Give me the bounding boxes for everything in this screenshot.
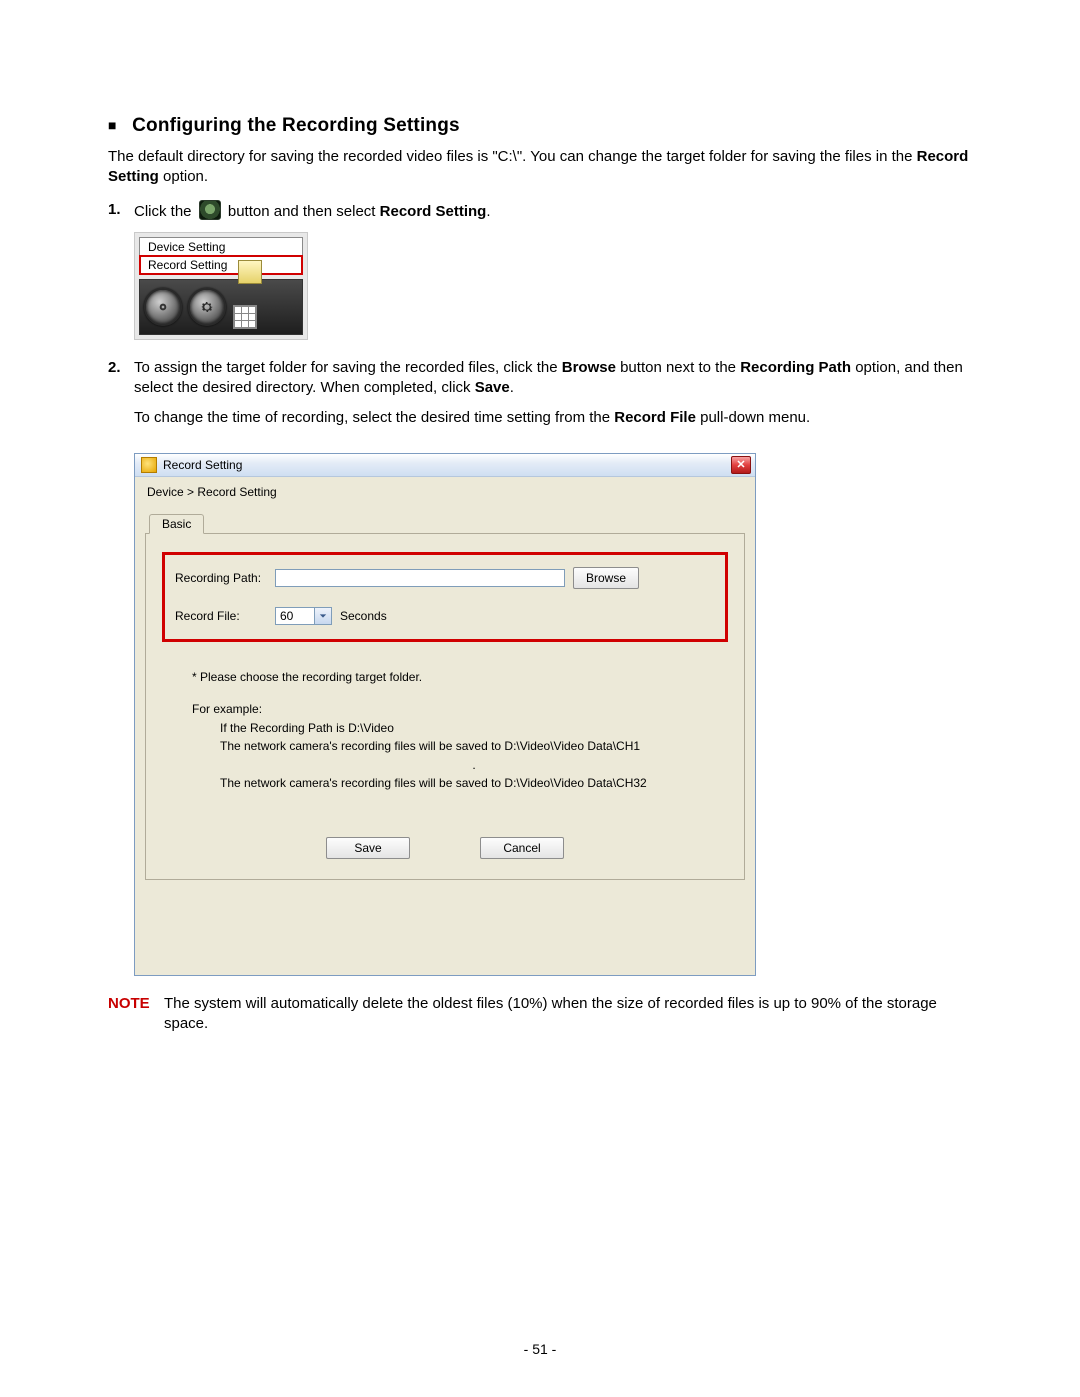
tab-panel-basic: Recording Path: Browse Record File: 60 S… <box>145 534 745 881</box>
toolbar-camera-button[interactable] <box>144 288 182 326</box>
combo-value: 60 <box>276 608 314 624</box>
hint-line-2: For example: <box>192 700 728 719</box>
window-title: Record Setting <box>163 458 731 472</box>
toolbar-gear-button[interactable] <box>188 288 226 326</box>
step-2-paragraph-2: To change the time of recording, select … <box>134 408 972 428</box>
note-label: NOTE <box>108 994 164 1035</box>
record-setting-window: Record Setting ✕ Device > Record Setting… <box>134 453 756 976</box>
combo-arrow-button[interactable] <box>314 608 331 624</box>
breadcrumb: Device > Record Setting <box>145 483 745 513</box>
note-text: The system will automatically delete the… <box>164 994 972 1035</box>
hint-line-4: The network camera's recording files wil… <box>220 737 728 756</box>
hint-line-1: * Please choose the recording target fol… <box>192 668 728 687</box>
menu-item-record-setting[interactable]: Record Setting <box>139 255 303 275</box>
camera-icon <box>155 299 171 315</box>
menu-item-device-setting[interactable]: Device Setting <box>140 238 302 256</box>
mini-right-column <box>232 280 262 334</box>
step-2-number: 2. <box>108 358 134 441</box>
step-2: 2. To assign the target folder for savin… <box>108 358 972 441</box>
note-block: NOTE The system will automatically delet… <box>108 994 972 1035</box>
grid-view-icon[interactable] <box>233 305 257 329</box>
window-body: Device > Record Setting Basic Recording … <box>135 477 755 975</box>
step-1-number: 1. <box>108 200 134 222</box>
window-close-button[interactable]: ✕ <box>731 456 751 474</box>
recording-path-input[interactable] <box>275 569 565 587</box>
hint-line-6: The network camera's recording files wil… <box>220 774 728 793</box>
mini-screenshot: Device Setting Record Setting <box>134 232 308 340</box>
window-app-icon <box>141 457 157 473</box>
highlight-box: Recording Path: Browse Record File: 60 S… <box>162 552 728 642</box>
document-page: ■ Configuring the Recording Settings The… <box>0 0 1080 1397</box>
page-number: - 51 - <box>0 1341 1080 1357</box>
tab-basic[interactable]: Basic <box>149 514 204 534</box>
section-title-text: Configuring the Recording Settings <box>132 115 460 136</box>
chevron-down-icon <box>319 612 327 620</box>
window-titlebar: Record Setting ✕ <box>135 454 755 477</box>
label-record-file: Record File: <box>175 609 275 623</box>
gear-icon <box>199 299 215 315</box>
record-file-combo[interactable]: 60 <box>275 607 332 625</box>
button-row: Save Cancel <box>162 837 728 859</box>
settings-round-icon <box>199 200 221 220</box>
close-icon: ✕ <box>736 458 745 471</box>
browse-button[interactable]: Browse <box>573 567 639 589</box>
cancel-button[interactable]: Cancel <box>480 837 564 859</box>
row-recording-path: Recording Path: Browse <box>175 567 715 589</box>
tab-strip: Basic <box>145 513 745 534</box>
hint-line-5: . <box>220 756 728 775</box>
hint-block: * Please choose the recording target fol… <box>192 668 728 794</box>
step-2-body: To assign the target folder for saving t… <box>134 358 972 441</box>
hint-line-3: If the Recording Path is D:\Video <box>220 719 728 738</box>
section-heading: ■ Configuring the Recording Settings <box>108 115 972 137</box>
save-button[interactable]: Save <box>326 837 410 859</box>
single-view-icon[interactable] <box>238 260 262 284</box>
bullet-icon: ■ <box>108 117 117 133</box>
intro-paragraph: The default directory for saving the rec… <box>108 147 972 188</box>
seconds-label: Seconds <box>340 609 387 623</box>
step-1-body: Click the button and then select Record … <box>134 200 972 222</box>
context-menu: Device Setting Record Setting <box>139 237 303 275</box>
row-record-file: Record File: 60 Seconds <box>175 607 715 625</box>
label-recording-path: Recording Path: <box>175 571 275 585</box>
step-1: 1. Click the button and then select Reco… <box>108 200 972 222</box>
mini-toolbar <box>139 279 303 335</box>
